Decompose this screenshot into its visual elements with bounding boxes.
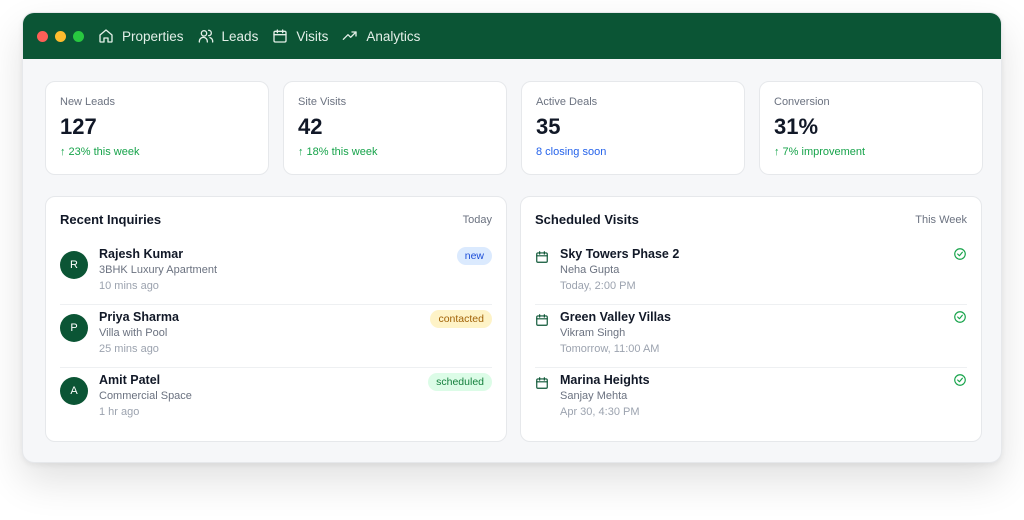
window-controls	[37, 30, 84, 42]
title-bar: Properties Leads Visits Analytics	[23, 13, 1001, 59]
visit-time: Today, 2:00 PM	[560, 280, 636, 292]
visit-row[interactable]: Green Valley Villas Vikram Singh Tomorro…	[535, 305, 967, 368]
stat-label: Conversion	[774, 96, 830, 108]
stat-card-site-visits[interactable]: Site Visits 42 ↑ 18% this week	[283, 81, 507, 175]
calendar-icon	[536, 314, 548, 326]
avatar: R	[60, 251, 88, 279]
inquiry-time: 10 mins ago	[99, 280, 159, 292]
stat-note: ↑ 18% this week	[298, 146, 378, 158]
calendar-icon	[536, 251, 548, 263]
inquiry-name: Rajesh Kumar	[99, 247, 184, 261]
visit-client: Sanjay Mehta	[560, 390, 628, 402]
inquiry-detail: 3BHK Luxury Apartment	[99, 264, 218, 276]
avatar: A	[60, 377, 88, 405]
stat-label: New Leads	[60, 96, 116, 108]
nav-item-analytics[interactable]: Analytics	[342, 28, 420, 44]
minimize-window-button[interactable]	[55, 30, 66, 42]
visit-property: Marina Heights	[560, 373, 650, 387]
home-icon	[99, 29, 113, 43]
check-circle-icon	[954, 248, 966, 260]
stat-label: Active Deals	[536, 96, 598, 108]
app-window: Properties Leads Visits Analytics New Le…	[22, 12, 1002, 463]
avatar: P	[60, 314, 88, 342]
nav-label: Leads	[221, 28, 259, 44]
stat-card-active-deals[interactable]: Active Deals 35 8 closing soon	[521, 81, 745, 175]
trending-up-icon	[343, 31, 358, 40]
stat-value: 127	[60, 114, 97, 139]
inquiry-row[interactable]: R Rajesh Kumar 3BHK Luxury Apartment 10 …	[60, 242, 492, 305]
check-circle-icon	[954, 374, 966, 386]
visit-property: Green Valley Villas	[560, 310, 671, 324]
inquiry-detail: Villa with Pool	[99, 327, 168, 339]
status-badge: scheduled	[428, 373, 492, 391]
calendar-icon	[273, 29, 287, 43]
users-icon	[198, 29, 213, 43]
calendar-icon	[536, 377, 548, 389]
scheduled-visits-panel: Scheduled Visits This Week Sky Towers Ph…	[520, 196, 982, 442]
inquiry-text: Rajesh Kumar 3BHK Luxury Apartment 10 mi…	[99, 247, 492, 292]
panel-header: Scheduled Visits This Week	[535, 197, 967, 242]
visit-time: Apr 30, 4:30 PM	[560, 406, 640, 418]
recent-inquiries-panel: Recent Inquiries Today R Rajesh Kumar 3B…	[45, 196, 507, 442]
visit-client: Vikram Singh	[560, 327, 626, 339]
visit-text: Green Valley Villas Vikram Singh Tomorro…	[560, 310, 967, 355]
visit-row[interactable]: Sky Towers Phase 2 Neha Gupta Today, 2:0…	[535, 242, 967, 305]
panel-header: Recent Inquiries Today	[60, 197, 492, 242]
visit-text: Sky Towers Phase 2 Neha Gupta Today, 2:0…	[560, 247, 967, 292]
panel-title: Scheduled Visits	[535, 212, 639, 227]
inquiry-time: 1 hr ago	[99, 406, 140, 418]
nav-label: Visits	[296, 28, 329, 44]
status-badge: new	[456, 247, 492, 265]
stat-card-new-leads[interactable]: New Leads 127 ↑ 23% this week	[45, 81, 269, 175]
nav-label: Properties	[122, 28, 184, 44]
stat-value: 31%	[774, 114, 819, 139]
stat-note: 8 closing soon	[536, 146, 607, 158]
visit-text: Marina Heights Sanjay Mehta Apr 30, 4:30…	[560, 373, 967, 418]
inquiry-detail: Commercial Space	[99, 390, 192, 402]
status-badge: contacted	[430, 310, 492, 328]
stats-row: New Leads 127 ↑ 23% this week Site Visit…	[45, 81, 983, 175]
stat-value: 35	[536, 114, 561, 139]
nav-label: Analytics	[366, 28, 421, 44]
stat-card-conversion[interactable]: Conversion 31% ↑ 7% improvement	[759, 81, 983, 175]
nav-item-visits[interactable]: Visits	[272, 28, 328, 44]
maximize-window-button[interactable]	[73, 30, 84, 42]
visit-row[interactable]: Marina Heights Sanjay Mehta Apr 30, 4:30…	[535, 368, 967, 431]
nav-item-properties[interactable]: Properties	[98, 28, 184, 44]
inquiry-time: 25 mins ago	[99, 343, 159, 355]
close-window-button[interactable]	[37, 30, 48, 42]
panel-title: Recent Inquiries	[60, 212, 162, 227]
check-circle-icon	[954, 311, 966, 323]
top-nav: Properties Leads Visits Analytics	[98, 28, 434, 44]
inquiry-row[interactable]: P Priya Sharma Villa with Pool 25 mins a…	[60, 305, 492, 368]
stat-note: ↑ 7% improvement	[774, 146, 866, 158]
visit-client: Neha Gupta	[560, 264, 620, 276]
nav-item-leads[interactable]: Leads	[198, 28, 259, 44]
visit-property: Sky Towers Phase 2	[560, 247, 680, 261]
panel-period: Today	[462, 213, 492, 226]
stat-label: Site Visits	[298, 96, 347, 108]
visit-time: Tomorrow, 11:00 AM	[560, 343, 660, 355]
inquiry-row[interactable]: A Amit Patel Commercial Space 1 hr ago s…	[60, 368, 492, 431]
stat-note: ↑ 23% this week	[60, 146, 140, 158]
panel-period: This Week	[915, 213, 967, 226]
stat-value: 42	[298, 114, 323, 139]
